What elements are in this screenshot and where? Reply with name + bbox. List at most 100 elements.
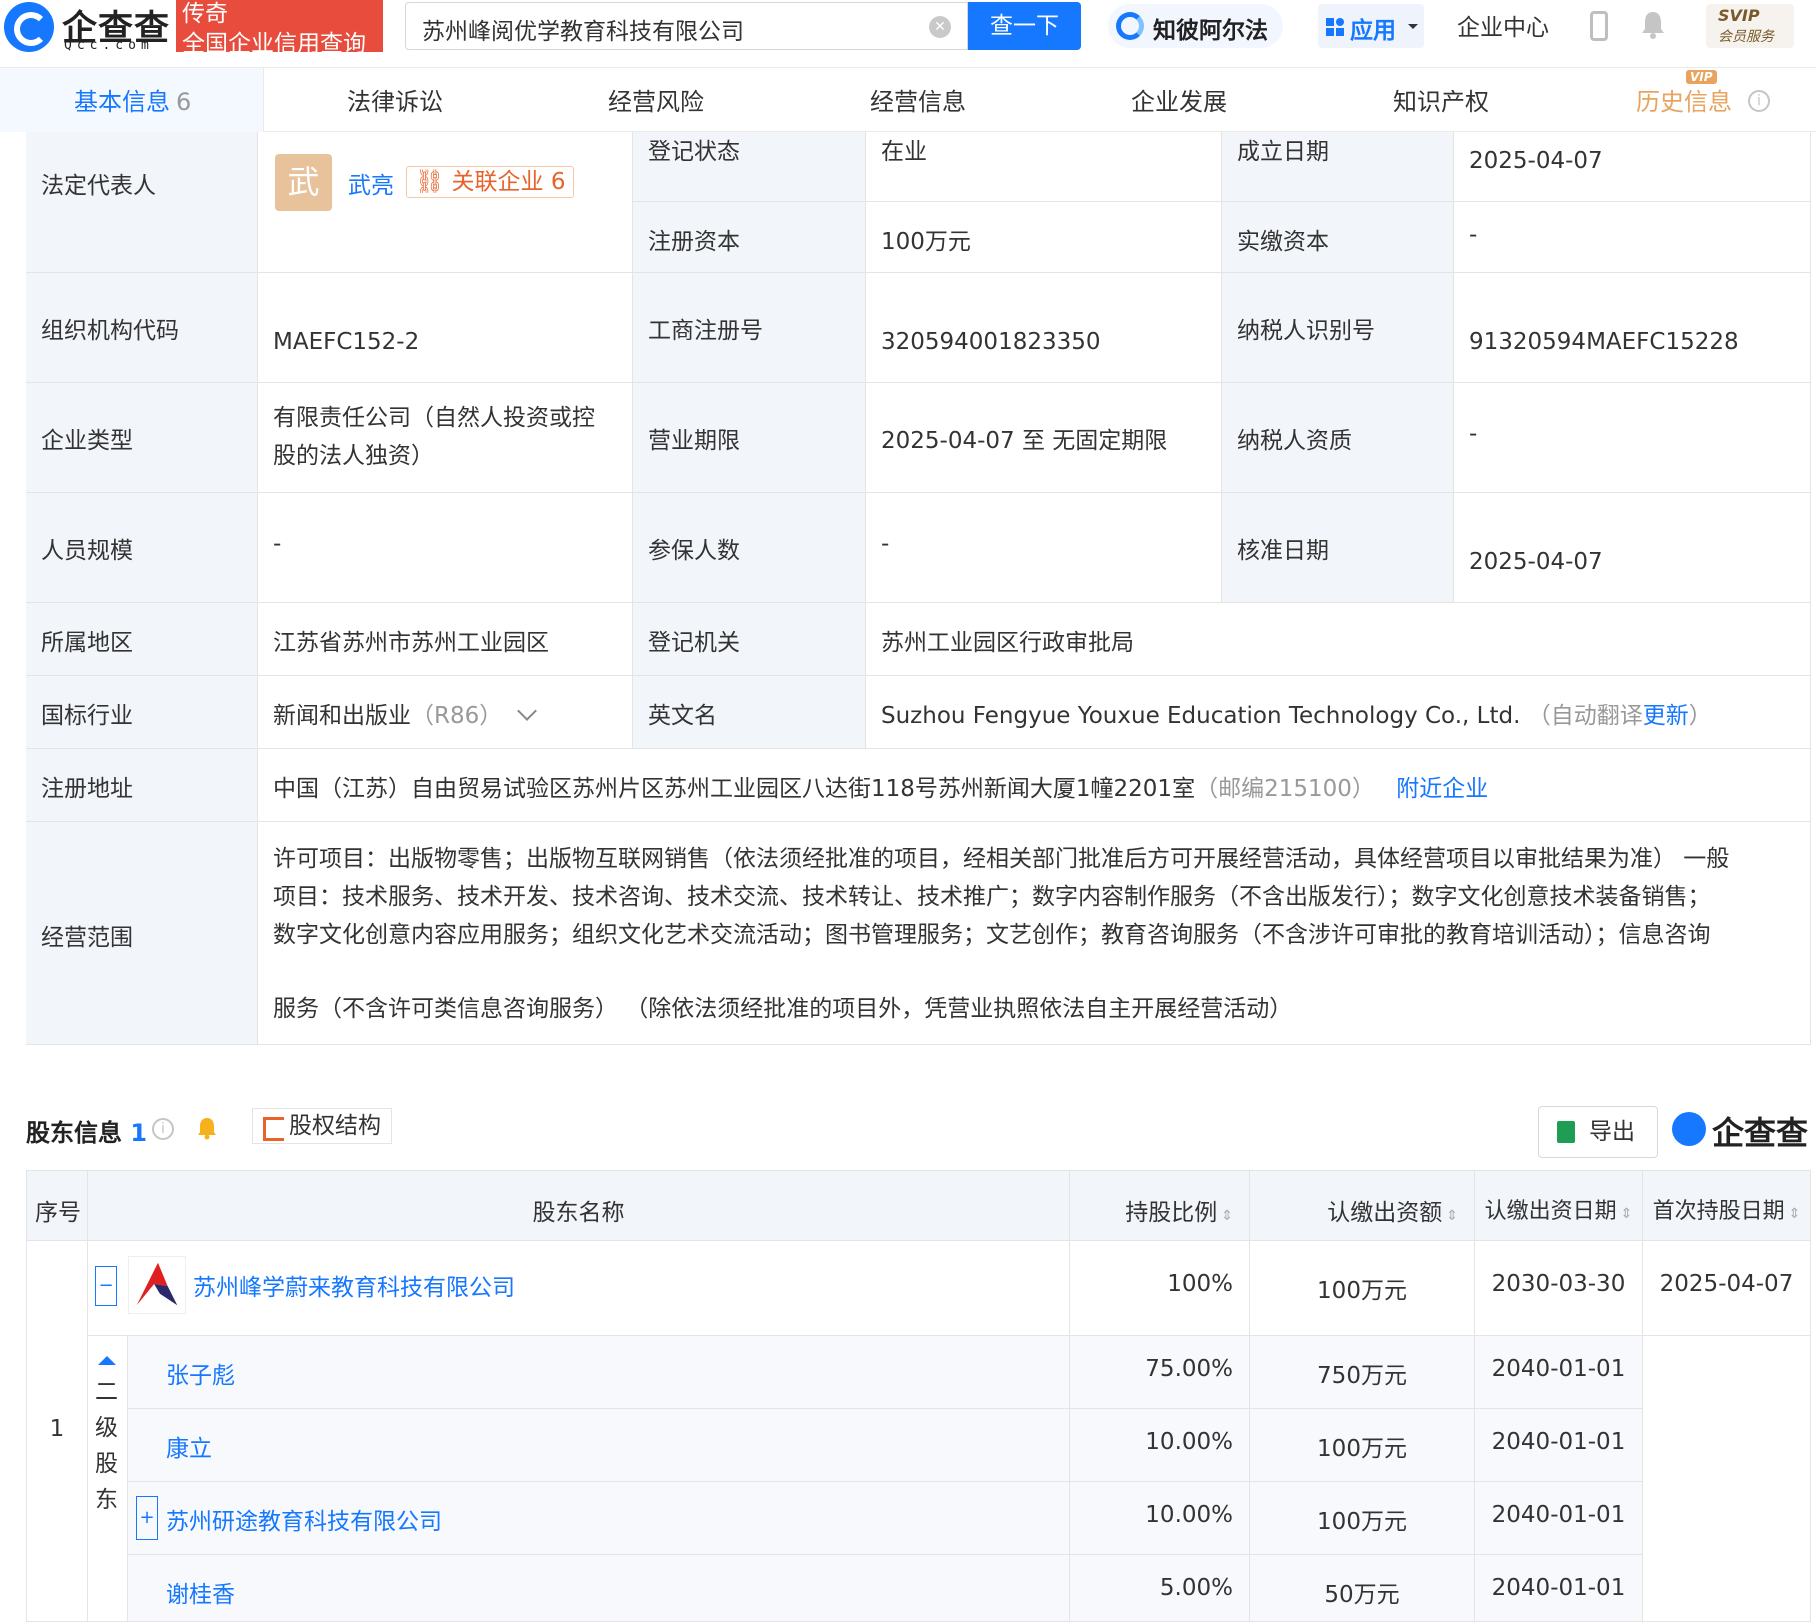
equity-structure-button[interactable]: 股权结构 [252, 1108, 392, 1144]
insured-value: - [866, 493, 1222, 603]
grid-icon [1326, 18, 1344, 36]
slogan-banner[interactable]: 传奇 全国企业信用查询 [176, 0, 383, 57]
taxpayer-id-label: 纳税人识别号 [1222, 273, 1454, 383]
mobile-phone-icon[interactable] [1590, 11, 1608, 41]
approve-date-label: 核准日期 [1222, 493, 1454, 603]
reg-capital-label: 注册资本 [633, 202, 866, 273]
scope-line: 数字文化创意内容应用服务；组织文化艺术交流活动；图书管理服务；文艺创作；教育咨询… [273, 922, 1711, 948]
staff-size-label: 人员规模 [26, 493, 258, 603]
expand-button[interactable]: + [136, 1496, 158, 1540]
biz-term-label: 营业期限 [633, 383, 866, 493]
en-name-value: Suzhou Fengyue Youxue Education Technolo… [881, 703, 1521, 729]
tab-count: 6 [176, 88, 192, 116]
search-button[interactable]: 查一下 [968, 2, 1081, 50]
tab-basic-info[interactable]: 基本信息 6 [74, 82, 191, 117]
region-label: 所属地区 [26, 603, 258, 676]
postcode: （邮编215100） [1195, 776, 1375, 802]
sub-amount: 50万元 [1250, 1555, 1475, 1622]
caret-up-icon[interactable] [98, 1356, 116, 1365]
chevron-down-icon [1408, 24, 1418, 34]
legal-rep-label: 法定代表人 [26, 132, 258, 273]
legal-rep-name-link[interactable]: 武亮 [348, 166, 394, 200]
industry-code: （R86） [411, 703, 503, 729]
avatar[interactable]: 武 [275, 154, 332, 211]
scope-value: 许可项目：出版物零售；出版物互联网销售（依法须经批准的项目，经相关部门批准后方可… [258, 822, 1811, 1045]
sub-ratio: 5.00% [1070, 1555, 1250, 1622]
sub-shareholder-name-link[interactable]: 苏州研途教育科技有限公司 [166, 1502, 442, 1536]
col-first-date-sort[interactable]: 首次持股日期 [1643, 1170, 1811, 1241]
level2-char: 二 [95, 1379, 118, 1405]
col-amount-sort[interactable]: 认缴出资额 [1250, 1170, 1475, 1241]
reg-capital-value: 100万元 [866, 202, 1222, 273]
est-date-label: 成立日期 [1222, 132, 1454, 202]
approve-date-value: 2025-04-07 [1454, 493, 1811, 603]
related-count: 6 [550, 169, 566, 195]
org-code-value: MAEFC152-2 [258, 273, 633, 383]
ai-logo-icon [1116, 12, 1144, 40]
ent-type-label: 企业类型 [26, 383, 258, 493]
sub-ratio: 75.00% [1070, 1336, 1250, 1409]
ai-assistant-button[interactable]: 知彼阿尔法 [1108, 4, 1283, 48]
search-input[interactable]: 苏州峰阅优学教育科技有限公司 ✕ [405, 2, 968, 50]
address-value: 中国（江苏）自由贸易试验区苏州片区苏州工业园区八达街118号苏州新闻大厦1幢22… [273, 776, 1196, 802]
biz-term-value: 2025-04-07 至 无固定期限 [866, 383, 1222, 493]
vip-tag: VIP [1686, 70, 1717, 84]
tab-ip[interactable]: 知识产权 [1393, 82, 1489, 117]
related-companies-button[interactable]: ⛓ 关联企业 6 [406, 166, 575, 198]
est-date-value: 2025-04-07 [1454, 132, 1811, 202]
tab-risk[interactable]: 经营风险 [608, 82, 704, 117]
col-sub-date-sort[interactable]: 认缴出资日期 [1475, 1170, 1643, 1241]
svip-sublabel: 会员服务 [1718, 29, 1774, 45]
tab-history[interactable]: 历史信息 [1636, 82, 1732, 117]
enterprise-center-link[interactable]: 企业中心 [1457, 8, 1549, 42]
industry-dropdown[interactable]: 新闻和出版业（R86） [258, 676, 633, 749]
svip-badge[interactable]: SVIP 会员服务 [1706, 4, 1794, 48]
level2-label-cell: 二 级 股 东 [88, 1336, 128, 1622]
qcc-logo-icon[interactable] [4, 2, 54, 52]
sub-date: 2040-01-01 [1475, 1409, 1643, 1482]
sub-date: 2040-01-01 [1475, 1555, 1643, 1622]
tab-operation[interactable]: 经营信息 [870, 82, 966, 117]
shareholder-name-link[interactable]: 苏州峰学蔚来教育科技有限公司 [193, 1268, 515, 1302]
ent-type-value: 有限责任公司（自然人投资或控 股的法人独资） [258, 383, 633, 493]
nearby-companies-link[interactable]: 附近企业 [1396, 776, 1488, 802]
export-button[interactable]: 导出 [1538, 1106, 1658, 1158]
first-date-empty [1643, 1336, 1811, 1622]
level2-label: 二 级 股 东 [95, 1374, 118, 1518]
sub-shareholder-name-link[interactable]: 张子彪 [166, 1356, 235, 1390]
bell-icon[interactable] [196, 1116, 218, 1140]
industry-label: 国标行业 [26, 676, 258, 749]
top-bar: 企查查 Qcc.com 传奇 全国企业信用查询 苏州峰阅优学教育科技有限公司 ✕… [0, 0, 1816, 68]
tab-development[interactable]: 企业发展 [1131, 82, 1227, 117]
tab-legal[interactable]: 法律诉讼 [347, 82, 443, 117]
sub-ratio: 10.00% [1070, 1409, 1250, 1482]
col-ratio-sort[interactable]: 持股比例 [1070, 1170, 1250, 1241]
bell-icon[interactable] [1640, 10, 1666, 40]
clear-icon[interactable]: ✕ [929, 16, 951, 38]
sub-shareholder-name-link[interactable]: 谢桂香 [166, 1575, 235, 1609]
en-name-update-link[interactable]: 更新 [1643, 703, 1689, 729]
chevron-down-icon [516, 701, 537, 721]
org-code-label: 组织机构代码 [26, 273, 258, 383]
apps-menu-button[interactable]: 应用 [1318, 4, 1424, 48]
shareholders-count: 1 [130, 1119, 148, 1147]
scope-line: 服务（不含许可类信息咨询服务） （除依法须经批准的项目外，凭营业执照依法自主开展… [273, 996, 1293, 1022]
sub-shareholder-name-link[interactable]: 康立 [166, 1429, 212, 1463]
biz-reg-no-label: 工商注册号 [633, 273, 866, 383]
apps-menu-label: 应用 [1350, 18, 1396, 44]
svip-label: SVIP [1718, 6, 1760, 25]
col-name: 股东名称 [88, 1170, 1070, 1241]
info-icon[interactable]: i [1748, 90, 1770, 112]
shareholder-first-date: 2025-04-07 [1643, 1241, 1811, 1336]
table-row [128, 1555, 1070, 1622]
table-row [128, 1409, 1070, 1482]
insured-label: 参保人数 [633, 493, 866, 603]
region-value: 江苏省苏州市苏州工业园区 [258, 603, 633, 676]
scope-label: 经营范围 [26, 822, 258, 1045]
ent-type-line: 股的法人独资） [273, 443, 434, 469]
section-tabs: 基本信息 6 法律诉讼 经营风险 经营信息 企业发展 知识产权 历史信息 VIP … [0, 68, 1816, 132]
logo-subtext: Qcc.com [64, 38, 154, 53]
collapse-button[interactable]: − [95, 1266, 117, 1306]
info-icon[interactable]: i [152, 1118, 174, 1140]
reg-status-value: 在业 [866, 132, 1222, 202]
